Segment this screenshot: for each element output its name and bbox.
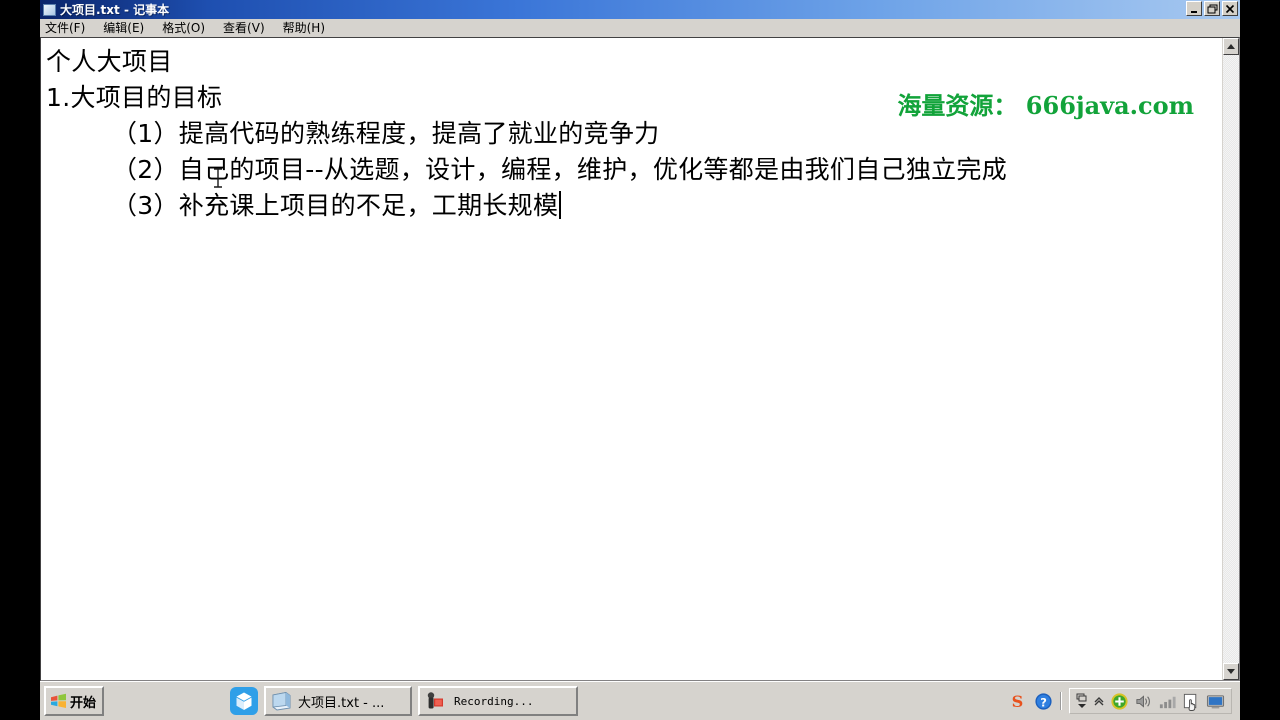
tray-separator bbox=[1060, 692, 1062, 710]
text-editor[interactable]: 个人大项目 1.大项目的目标 （1）提高代码的熟练程度，提高了就业的竞争力 （2… bbox=[41, 38, 1222, 680]
window-title: 大项目.txt - 记事本 bbox=[60, 3, 170, 17]
scroll-down-icon[interactable] bbox=[1223, 663, 1239, 680]
title-bar[interactable]: 大项目.txt - 记事本 bbox=[40, 0, 1240, 19]
restore-button[interactable] bbox=[1204, 1, 1220, 16]
taskbar-item-recording-label: Recording... bbox=[454, 694, 534, 708]
close-button[interactable] bbox=[1222, 1, 1238, 16]
text-caret bbox=[559, 191, 562, 219]
taskbar-item-notepad[interactable]: 大项目.txt - ... bbox=[264, 686, 413, 716]
doc-line-5-text: （3）补充课上项目的不足，工期长规模 bbox=[46, 191, 559, 220]
doc-line-3: （1）提高代码的熟练程度，提高了就业的竞争力 bbox=[46, 119, 660, 148]
menu-edit[interactable]: 编辑(E) bbox=[103, 19, 153, 36]
screen: 大项目.txt - 记事本 文件(F) 编辑(E) 格式(O) 查看(V) 帮助… bbox=[0, 0, 1280, 720]
minimize-button[interactable] bbox=[1186, 1, 1202, 16]
doc-line-2: 1.大项目的目标 bbox=[46, 83, 223, 112]
notepad-icon bbox=[272, 691, 291, 711]
signal-icon[interactable] bbox=[1158, 692, 1177, 711]
doc-line-5: （3）补充课上项目的不足，工期长规模 bbox=[46, 188, 1222, 224]
vertical-scrollbar[interactable] bbox=[1222, 38, 1239, 680]
safety-hand-icon[interactable] bbox=[1182, 692, 1201, 711]
scrollbar-track[interactable] bbox=[1223, 55, 1239, 663]
taskbar-item-notepad-label: 大项目.txt - ... bbox=[298, 695, 385, 711]
update-icon[interactable] bbox=[1110, 692, 1129, 711]
display-icon[interactable] bbox=[1206, 692, 1225, 711]
notepad-window: 大项目.txt - 记事本 文件(F) 编辑(E) 格式(O) 查看(V) 帮助… bbox=[40, 0, 1240, 681]
taskbar-item-recording[interactable]: Recording... bbox=[418, 686, 579, 716]
ime-keyboard-icon[interactable] bbox=[1076, 691, 1088, 711]
svg-text:S: S bbox=[1012, 692, 1024, 711]
quick-launch-bar bbox=[230, 687, 259, 715]
volume-icon[interactable] bbox=[1134, 692, 1153, 711]
menu-format[interactable]: 格式(O) bbox=[162, 19, 214, 36]
scroll-up-icon[interactable] bbox=[1223, 38, 1239, 55]
system-tray: S ? bbox=[1004, 686, 1238, 716]
doc-line-4: （2）自己的项目--从选题，设计，编程，维护，优化等都是由我们自己独立完成 bbox=[46, 155, 1008, 184]
notepad-icon bbox=[43, 3, 56, 16]
ime-expand-icon[interactable] bbox=[1093, 691, 1105, 711]
ime-toolbar[interactable] bbox=[1069, 688, 1232, 714]
editor-area: 个人大项目 1.大项目的目标 （1）提高代码的熟练程度，提高了就业的竞争力 （2… bbox=[40, 37, 1240, 681]
menu-file[interactable]: 文件(F) bbox=[45, 19, 94, 36]
menu-help[interactable]: 帮助(H) bbox=[283, 19, 334, 36]
taskbar: 开始 大项目.txt - ... Recording... S ? bbox=[40, 681, 1240, 720]
menu-bar: 文件(F) 编辑(E) 格式(O) 查看(V) 帮助(H) bbox=[40, 19, 1240, 37]
svg-text:?: ? bbox=[1040, 695, 1047, 709]
doc-line-1: 个人大项目 bbox=[46, 47, 173, 76]
menu-view[interactable]: 查看(V) bbox=[223, 19, 274, 36]
start-label: 开始 bbox=[70, 695, 97, 711]
help-icon[interactable]: ? bbox=[1034, 692, 1053, 711]
start-button[interactable]: 开始 bbox=[44, 686, 105, 716]
windows-logo-icon bbox=[51, 693, 66, 708]
sogou-icon[interactable]: S bbox=[1008, 692, 1027, 711]
camcorder-icon bbox=[427, 692, 444, 709]
window-controls bbox=[1186, 1, 1238, 16]
virtualbox-icon[interactable] bbox=[230, 687, 259, 715]
